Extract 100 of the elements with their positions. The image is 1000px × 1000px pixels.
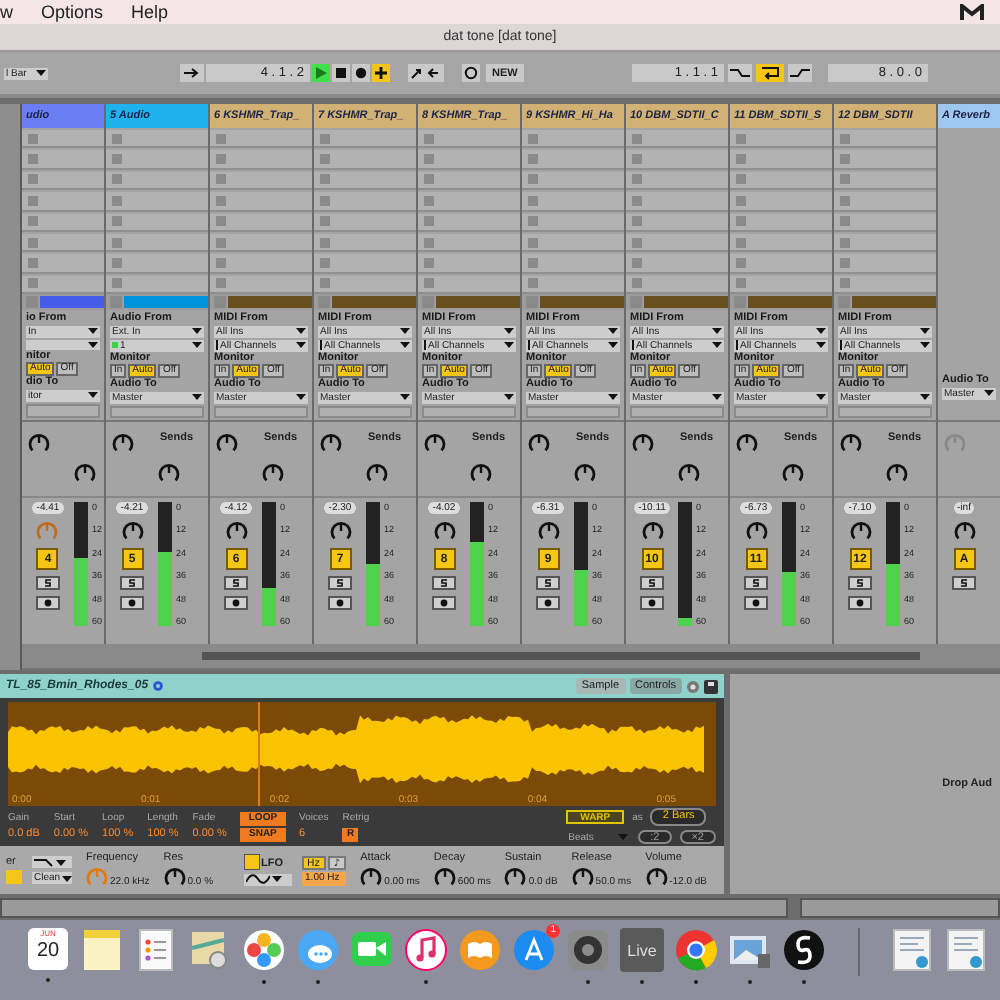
stop-square-icon[interactable] bbox=[320, 154, 330, 165]
empty-field[interactable] bbox=[422, 406, 516, 418]
clip-slot[interactable] bbox=[106, 150, 208, 170]
solo-s-icon[interactable] bbox=[952, 576, 976, 590]
follow-arrow-icon[interactable] bbox=[180, 64, 204, 82]
pan-knob[interactable] bbox=[121, 520, 143, 542]
clip-slot[interactable] bbox=[210, 254, 312, 274]
empty-field[interactable] bbox=[214, 406, 308, 418]
stop-square-icon[interactable] bbox=[840, 237, 850, 248]
send-knob[interactable] bbox=[112, 432, 134, 454]
stop-square-icon[interactable] bbox=[112, 195, 122, 206]
record-arm-icon[interactable] bbox=[640, 596, 664, 610]
stop-square-icon[interactable] bbox=[840, 174, 850, 185]
stop-square-icon[interactable] bbox=[630, 296, 642, 308]
record-arm-icon[interactable] bbox=[35, 596, 60, 610]
menu-item[interactable]: Options bbox=[41, 0, 104, 24]
stop-square-icon[interactable] bbox=[216, 278, 226, 289]
clip-slot[interactable] bbox=[22, 275, 104, 294]
clip-slot[interactable] bbox=[314, 233, 416, 253]
solo-s-icon[interactable] bbox=[328, 576, 352, 590]
send-knob[interactable] bbox=[840, 432, 862, 454]
stop-square-icon[interactable] bbox=[736, 237, 746, 248]
pan-knob[interactable] bbox=[641, 520, 663, 542]
send-knob[interactable] bbox=[574, 462, 596, 484]
pan-knob[interactable] bbox=[849, 520, 871, 542]
stop-square-icon[interactable] bbox=[320, 216, 330, 227]
send-knob[interactable] bbox=[678, 462, 700, 484]
clip-slot[interactable] bbox=[210, 150, 312, 170]
punch-in-icon[interactable] bbox=[728, 64, 752, 82]
stop-square-icon[interactable] bbox=[112, 257, 122, 268]
clip-slot[interactable] bbox=[418, 213, 520, 232]
menu-item[interactable]: Help bbox=[131, 0, 169, 24]
clip-slot[interactable] bbox=[314, 192, 416, 211]
stop-square-icon[interactable] bbox=[318, 296, 330, 308]
clip-slot[interactable] bbox=[834, 150, 936, 170]
send-knob[interactable] bbox=[216, 432, 238, 454]
video-camera-icon[interactable] bbox=[350, 928, 394, 972]
stop-square-icon[interactable] bbox=[840, 195, 850, 206]
clip-slot[interactable] bbox=[730, 171, 832, 191]
stop-square-icon[interactable] bbox=[840, 278, 850, 289]
clip-slot[interactable] bbox=[626, 213, 728, 232]
clip-slot[interactable] bbox=[314, 171, 416, 191]
filter-shape-dropdown[interactable] bbox=[32, 856, 72, 868]
clip-slot[interactable] bbox=[106, 254, 208, 274]
stop-square-icon[interactable] bbox=[528, 133, 538, 144]
record-arm-icon[interactable] bbox=[120, 596, 144, 610]
record-arm-icon[interactable] bbox=[744, 596, 768, 610]
stop-square-icon[interactable] bbox=[28, 154, 38, 165]
automation-arrows-icon[interactable] bbox=[408, 64, 444, 82]
stop-square-icon[interactable] bbox=[424, 133, 434, 144]
clip-slot[interactable] bbox=[22, 130, 104, 149]
send-knob[interactable] bbox=[886, 462, 908, 484]
stop-square-icon[interactable] bbox=[216, 237, 226, 248]
record-arm-icon[interactable] bbox=[536, 596, 560, 610]
clip-slot[interactable] bbox=[522, 213, 624, 232]
clip-slot[interactable] bbox=[626, 192, 728, 211]
stop-square-icon[interactable] bbox=[26, 296, 38, 308]
clip-slot[interactable] bbox=[626, 275, 728, 294]
channel-dropdown[interactable] bbox=[26, 339, 100, 349]
pan-knob[interactable] bbox=[537, 520, 559, 542]
stop-square-icon[interactable] bbox=[840, 257, 850, 268]
send-knob[interactable] bbox=[632, 432, 654, 454]
clip-slot[interactable] bbox=[730, 192, 832, 211]
clip-slot[interactable] bbox=[210, 192, 312, 211]
stop-square-icon[interactable] bbox=[424, 278, 434, 289]
stop-icon[interactable] bbox=[332, 64, 350, 82]
pan-knob[interactable] bbox=[433, 520, 455, 542]
record-arm-icon[interactable] bbox=[848, 596, 872, 610]
clip-slot[interactable] bbox=[106, 192, 208, 211]
solo-s-icon[interactable] bbox=[432, 576, 456, 590]
clip-slot[interactable] bbox=[730, 233, 832, 253]
clip-slot[interactable] bbox=[210, 233, 312, 253]
clip-slot[interactable] bbox=[106, 130, 208, 149]
stop-square-icon[interactable] bbox=[216, 257, 226, 268]
scrollbar-thumb[interactable] bbox=[202, 652, 920, 660]
knob[interactable] bbox=[645, 866, 668, 888]
stop-square-icon[interactable] bbox=[320, 133, 330, 144]
stop-square-icon[interactable] bbox=[632, 154, 642, 165]
send-knob[interactable] bbox=[470, 462, 492, 484]
punch-out-icon[interactable] bbox=[788, 64, 812, 82]
stop-square-icon[interactable] bbox=[424, 257, 434, 268]
clip-slot[interactable] bbox=[834, 192, 936, 211]
save-icon[interactable] bbox=[704, 679, 718, 693]
stop-square-icon[interactable] bbox=[424, 237, 434, 248]
stop-square-icon[interactable] bbox=[840, 216, 850, 227]
clip-slot[interactable] bbox=[626, 233, 728, 253]
stop-square-icon[interactable] bbox=[28, 257, 38, 268]
waveform-dropdown[interactable] bbox=[243, 873, 292, 885]
stop-square-icon[interactable] bbox=[528, 174, 538, 185]
chat-bubble-icon[interactable] bbox=[296, 928, 340, 972]
stop-square-icon[interactable] bbox=[216, 174, 226, 185]
stop-square-icon[interactable] bbox=[112, 278, 122, 289]
clip-slot[interactable] bbox=[106, 275, 208, 294]
stop-square-icon[interactable] bbox=[528, 237, 538, 248]
stop-square-icon[interactable] bbox=[28, 174, 38, 185]
stop-square-icon[interactable] bbox=[112, 216, 122, 227]
stop-square-icon[interactable] bbox=[112, 237, 122, 248]
stop-square-icon[interactable] bbox=[320, 257, 330, 268]
clip-slot[interactable] bbox=[522, 130, 624, 149]
clip-slot[interactable] bbox=[522, 275, 624, 294]
